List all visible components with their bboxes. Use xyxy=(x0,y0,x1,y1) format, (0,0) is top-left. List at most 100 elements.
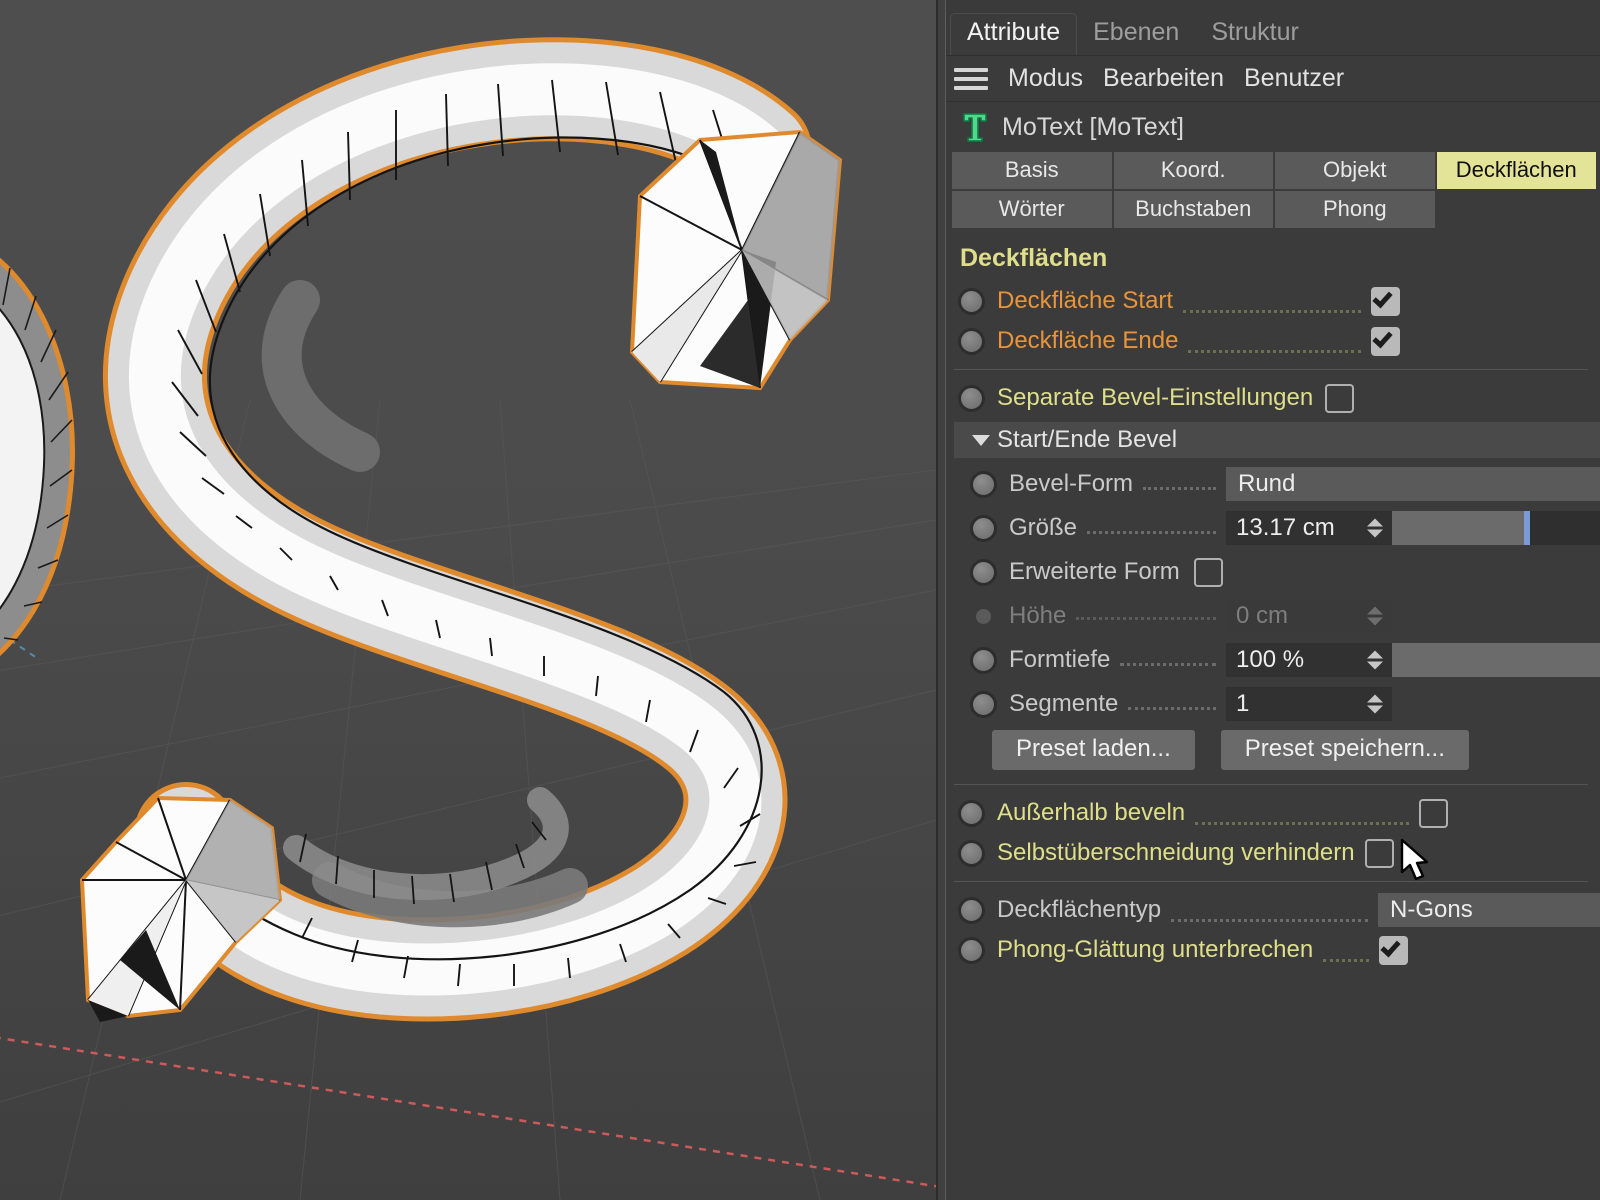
label-erweiterte-form: Erweiterte Form xyxy=(1009,560,1180,584)
checkbox-ausserhalb-beveln[interactable] xyxy=(1419,799,1448,828)
menu-bearbeiten[interactable]: Bearbeiten xyxy=(1103,64,1224,93)
divider xyxy=(954,784,1588,785)
objtab-deckflaechen[interactable]: Deckflächen xyxy=(1437,152,1597,189)
row-formtiefe: Formtiefe 100 % xyxy=(946,638,1600,682)
object-name: MoText [MoText] xyxy=(1002,113,1184,142)
divider xyxy=(954,881,1588,882)
preset-speichern-button[interactable]: Preset speichern... xyxy=(1221,730,1469,770)
stepper-formtiefe[interactable] xyxy=(1367,651,1383,670)
attribute-manager-panel: Attribute Ebenen Struktur Modus Bearbeit… xyxy=(936,0,1600,1200)
input-segmente[interactable]: 1 xyxy=(1226,687,1392,721)
objtab-basis[interactable]: Basis xyxy=(952,152,1112,189)
objtab-objekt[interactable]: Objekt xyxy=(1275,152,1435,189)
row-bevel-form: Bevel-Form Rund xyxy=(946,462,1600,506)
panel-tabstrip: Attribute Ebenen Struktur xyxy=(946,0,1600,56)
row-deckflaechentyp: Deckflächentyp N-Gons xyxy=(946,890,1600,930)
group-start-ende-bevel[interactable]: Start/Ende Bevel xyxy=(954,422,1600,458)
objtab-phong[interactable]: Phong xyxy=(1275,191,1435,228)
label-ausserhalb-beveln: Außerhalb beveln xyxy=(997,801,1185,825)
objtab-woerter[interactable]: Wörter xyxy=(952,191,1112,228)
row-selbstueberschneidung: Selbstüberschneidung verhindern xyxy=(946,833,1600,873)
row-hoehe: Höhe 0 cm xyxy=(946,594,1600,638)
checkbox-erweiterte-form[interactable] xyxy=(1194,558,1223,587)
animate-bullet-icon xyxy=(976,609,991,624)
label-phong-glaettung: Phong-Glättung unterbrechen xyxy=(997,938,1313,962)
animate-bullet-icon[interactable] xyxy=(958,288,985,315)
row-deckflaeche-start: Deckfläche Start xyxy=(946,281,1600,321)
row-groesse: Größe 13.17 cm xyxy=(946,506,1600,550)
label-separate-bevel: Separate Bevel-Einstellungen xyxy=(997,386,1313,410)
motext-t-icon xyxy=(960,110,990,144)
row-deckflaeche-ende: Deckfläche Ende xyxy=(946,321,1600,361)
checkbox-phong-glaettung[interactable] xyxy=(1379,936,1408,965)
panel-gutter xyxy=(938,0,946,1200)
input-segmente-value: 1 xyxy=(1236,690,1249,718)
row-erweiterte-form: Erweiterte Form xyxy=(946,550,1600,594)
input-hoehe-value: 0 cm xyxy=(1236,602,1288,630)
animate-bullet-icon[interactable] xyxy=(970,559,997,586)
label-groesse: Größe xyxy=(1009,516,1077,540)
slider-hoehe xyxy=(1392,599,1600,633)
label-segmente: Segmente xyxy=(1009,692,1118,716)
chevron-down-icon xyxy=(972,435,990,446)
object-tab-grid: Basis Koord. Objekt Deckflächen Wörter B… xyxy=(946,152,1600,228)
row-segmente: Segmente 1 xyxy=(946,682,1600,726)
dot-leader xyxy=(1076,617,1216,620)
hamburger-menu-icon[interactable] xyxy=(954,68,988,90)
viewport-render xyxy=(0,0,936,1200)
input-groesse[interactable]: 13.17 cm xyxy=(1226,511,1392,545)
dropdown-bevel-form[interactable]: Rund xyxy=(1226,467,1600,501)
animate-bullet-icon[interactable] xyxy=(958,328,985,355)
preset-button-row: Preset laden... Preset speichern... xyxy=(946,726,1600,776)
checkbox-separate-bevel[interactable] xyxy=(1325,384,1354,413)
dot-leader xyxy=(1120,663,1216,666)
section-title: Deckflächen xyxy=(946,230,1600,281)
row-phong-glaettung: Phong-Glättung unterbrechen xyxy=(946,930,1600,970)
slider-formtiefe[interactable] xyxy=(1392,643,1600,677)
tab-ebenen[interactable]: Ebenen xyxy=(1077,14,1195,55)
row-ausserhalb-beveln: Außerhalb beveln xyxy=(946,793,1600,833)
dot-leader xyxy=(1143,487,1216,490)
label-deckflaeche-ende: Deckfläche Ende xyxy=(997,329,1178,353)
3d-viewport[interactable] xyxy=(0,0,936,1200)
label-deckflaechentyp: Deckflächentyp xyxy=(997,898,1161,922)
checkbox-deckflaeche-start[interactable] xyxy=(1371,287,1400,316)
input-groesse-value: 13.17 cm xyxy=(1236,514,1335,542)
objtab-buchstaben[interactable]: Buchstaben xyxy=(1114,191,1274,228)
animate-bullet-icon[interactable] xyxy=(970,471,997,498)
dot-leader xyxy=(1171,919,1368,922)
animate-bullet-icon[interactable] xyxy=(958,840,985,867)
checkbox-deckflaeche-ende[interactable] xyxy=(1371,327,1400,356)
panel-menubar: Modus Bearbeiten Benutzer xyxy=(946,56,1600,102)
menu-modus[interactable]: Modus xyxy=(1008,64,1083,93)
row-separate-bevel: Separate Bevel-Einstellungen xyxy=(946,378,1600,418)
animate-bullet-icon[interactable] xyxy=(958,385,985,412)
input-hoehe: 0 cm xyxy=(1226,599,1392,633)
dot-leader xyxy=(1188,350,1361,353)
tab-struktur[interactable]: Struktur xyxy=(1195,14,1315,55)
tab-attribute[interactable]: Attribute xyxy=(950,13,1077,55)
animate-bullet-icon[interactable] xyxy=(958,897,985,924)
slider-groesse[interactable] xyxy=(1392,511,1600,545)
animate-bullet-icon[interactable] xyxy=(970,691,997,718)
menu-benutzer[interactable]: Benutzer xyxy=(1244,64,1344,93)
dot-leader xyxy=(1087,531,1216,534)
dot-leader xyxy=(1323,959,1369,962)
animate-bullet-icon[interactable] xyxy=(970,647,997,674)
label-deckflaeche-start: Deckfläche Start xyxy=(997,289,1173,313)
objtab-empty xyxy=(1437,191,1597,228)
preset-laden-button[interactable]: Preset laden... xyxy=(992,730,1195,770)
objtab-koord[interactable]: Koord. xyxy=(1114,152,1274,189)
checkbox-selbstueberschneidung[interactable] xyxy=(1365,839,1394,868)
label-formtiefe: Formtiefe xyxy=(1009,648,1110,672)
animate-bullet-icon[interactable] xyxy=(958,800,985,827)
stepper-groesse[interactable] xyxy=(1367,519,1383,538)
animate-bullet-icon[interactable] xyxy=(958,937,985,964)
dropdown-deckflaechentyp[interactable]: N-Gons xyxy=(1378,893,1600,927)
group-label: Start/Ende Bevel xyxy=(997,426,1177,454)
animate-bullet-icon[interactable] xyxy=(970,515,997,542)
input-formtiefe-value: 100 % xyxy=(1236,646,1304,674)
label-selbstueberschneidung: Selbstüberschneidung verhindern xyxy=(997,841,1355,865)
input-formtiefe[interactable]: 100 % xyxy=(1226,643,1392,677)
stepper-segmente[interactable] xyxy=(1367,695,1383,714)
